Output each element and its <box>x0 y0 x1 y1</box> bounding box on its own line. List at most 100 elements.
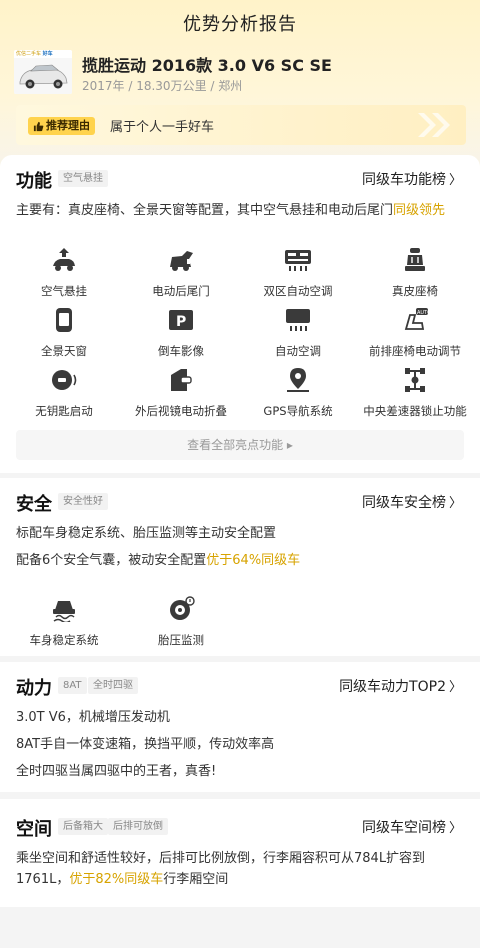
feature-label: 自动空调 <box>275 344 321 358</box>
chevron-right-icon: 〉 <box>448 821 462 836</box>
feature-label: 胎压监测 <box>158 633 204 647</box>
power-tag-awd: 全时四驱 <box>88 677 138 694</box>
safety-title: 安全 <box>16 494 52 515</box>
leather-seat-icon <box>405 248 425 271</box>
feature-dual-zone-ac[interactable]: 双区自动空调 <box>243 247 353 299</box>
recommend-reason-text: 属于个人一手好车 <box>110 120 215 135</box>
power-rank-link[interactable]: 同级车动力TOP2 〉 <box>339 676 462 696</box>
space-tag-folding-seats: 后排可放倒 <box>108 818 168 835</box>
safety-section: 安全 安全性好 同级车安全榜〉 标配车身稳定系统、胎压监测等主动安全配置 配备6… <box>0 478 480 656</box>
function-tag: 空气悬挂 <box>58 170 108 187</box>
safety-rank-label: 同级车安全榜 <box>361 495 446 511</box>
chevron-right-icon: 〉 <box>448 496 462 511</box>
power-rank-label: 同级车动力TOP2 <box>339 679 446 695</box>
safety-rank-link[interactable]: 同级车安全榜〉 <box>362 492 462 512</box>
function-desc-highlight: 同级领先 <box>393 203 446 218</box>
feature-label: GPS导航系统 <box>263 404 333 418</box>
safety-line-1: 标配车身稳定系统、胎压监测等主动安全配置 <box>16 526 277 541</box>
chevron-right-icon: 〉 <box>448 680 462 695</box>
svg-text:AUTO: AUTO <box>417 310 429 316</box>
svg-text:P: P <box>176 314 186 330</box>
space-line-2-highlight: 优于82%同级车 <box>69 872 164 887</box>
car-thumbnail[interactable]: 优信二手车 好车 <box>14 50 72 94</box>
feature-reverse-camera[interactable]: P 倒车影像 <box>126 307 236 359</box>
feature-power-seat[interactable]: AUTO 前排座椅电动调节 <box>360 307 470 359</box>
space-section: 空间 后备箱大 后排可放倒 同级车空间榜〉 乘坐空间和舒适性较好，后排可比例放倒… <box>0 799 480 907</box>
space-tag-trunk: 后备箱大 <box>58 818 108 835</box>
safety-tag: 安全性好 <box>58 493 108 510</box>
space-rank-label: 同级车空间榜 <box>361 820 446 836</box>
space-line-1: 乘坐空间和舒适性较好，后排可比例放倒，行李厢容积可从784L扩容到 <box>16 851 426 866</box>
feature-label: 空气悬挂 <box>41 284 87 298</box>
feature-mirror-fold[interactable]: 外后视镜电动折叠 <box>126 367 236 419</box>
thumb-brand-logo: 优信二手车 好车 <box>14 50 72 58</box>
recommend-reason-tag-label: 推荐理由 <box>46 119 90 132</box>
function-rank-link[interactable]: 同级车功能榜〉 <box>362 169 462 189</box>
function-rank-label: 同级车功能榜 <box>361 172 446 188</box>
see-all-label: 查看全部亮点功能 <box>187 438 284 452</box>
page-title: 优势分析报告 <box>183 14 297 35</box>
feature-keyless-start[interactable]: 无钥匙启动 <box>9 367 119 419</box>
power-line-3: 全时四驱当属四驱中的王者，真香! <box>16 764 217 779</box>
space-title: 空间 <box>16 819 52 840</box>
power-section: 动力 8AT 全时四驱 同级车动力TOP2 〉 3.0T V6，机械增压发动机 8… <box>0 662 480 792</box>
feature-label: 外后视镜电动折叠 <box>135 404 227 418</box>
feature-label: 倒车影像 <box>158 344 204 358</box>
mirror-fold-icon <box>171 369 192 391</box>
feature-power-tailgate[interactable]: 电动后尾门 <box>126 247 236 299</box>
function-section: 功能 空气悬挂 同级车功能榜〉 主要有：真皮座椅、全景天窗等配置，其中空气悬挂和… <box>0 155 480 473</box>
power-title: 动力 <box>16 678 52 699</box>
feature-gps-nav[interactable]: GPS导航系统 <box>243 367 353 419</box>
chevron-right-icon: 〉 <box>448 173 462 188</box>
function-title: 功能 <box>16 171 52 192</box>
recommend-reason-bar: 推荐理由 属于个人一手好车 <box>16 105 466 145</box>
feature-label: 全景天窗 <box>41 344 87 358</box>
feature-label: 双区自动空调 <box>263 284 333 298</box>
diff-lock-icon <box>405 368 425 392</box>
keyless-start-icon <box>52 370 77 390</box>
feature-panoramic-sunroof[interactable]: 全景天窗 <box>9 307 119 359</box>
feature-label: 中央差速器锁止功能 <box>363 404 467 418</box>
gps-nav-icon <box>287 368 309 392</box>
panoramic-sunroof-icon <box>56 308 72 332</box>
space-line-2-text: 1761L， <box>16 872 70 887</box>
function-desc-text: 主要有：真皮座椅、全景天窗等配置，其中空气悬挂和电动后尾门 <box>16 203 394 218</box>
power-seat-icon: AUTO <box>404 308 431 330</box>
power-line-2: 8AT手自一体变速箱，换挡平顺，传动效率高 <box>16 737 275 752</box>
feature-label: 前排座椅电动调节 <box>369 344 461 358</box>
feature-label: 无钥匙启动 <box>35 404 93 418</box>
auto-ac-icon <box>286 309 310 331</box>
safety-line-2: 配备6个安全气囊，被动安全配置优于64%同级车 <box>16 550 466 572</box>
feature-label: 真皮座椅 <box>392 284 438 298</box>
car-name: 揽胜运动 2016款 3.0 V6 SC SE <box>82 56 332 75</box>
air-suspension-icon <box>53 248 75 271</box>
power-tag-transmission: 8AT <box>58 677 87 694</box>
space-line-2-suffix: 行李厢空间 <box>163 872 229 887</box>
header-area: 优势分析报告 优信二手车 好车 揽胜运动 2016款 3.0 V6 SC SE … <box>0 0 480 175</box>
recommend-reason-tag: 推荐理由 <box>28 117 95 135</box>
dual-zone-ac-icon <box>285 250 311 271</box>
power-line-1: 3.0T V6，机械增压发动机 <box>16 710 170 725</box>
chevrons-decoration-icon <box>418 113 450 137</box>
space-line-2: 1761L，优于82%同级车行李厢空间 <box>16 869 466 891</box>
feature-diff-lock[interactable]: 中央差速器锁止功能 <box>360 367 470 419</box>
triangle-right-icon: ▸ <box>286 438 293 452</box>
thumbs-up-icon <box>33 121 44 131</box>
feature-auto-ac[interactable]: 自动空调 <box>243 307 353 359</box>
see-all-features-button[interactable]: 查看全部亮点功能 ▸ <box>16 430 464 460</box>
space-rank-link[interactable]: 同级车空间榜〉 <box>362 817 462 837</box>
feature-air-suspension[interactable]: 空气悬挂 <box>9 247 119 299</box>
feature-label: 车身稳定系统 <box>29 633 99 647</box>
feature-leather-seat[interactable]: 真皮座椅 <box>360 247 470 299</box>
reverse-camera-icon: P <box>169 310 193 330</box>
safety-line-2-text: 配备6个安全气囊，被动安全配置 <box>16 553 207 568</box>
power-tailgate-icon <box>170 251 193 271</box>
function-desc: 主要有：真皮座椅、全景天窗等配置，其中空气悬挂和电动后尾门同级领先 <box>16 200 466 222</box>
safety-line-2-highlight: 优于64%同级车 <box>206 553 301 568</box>
feature-stability-control[interactable]: 车身稳定系统 <box>9 596 119 648</box>
feature-label: 电动后尾门 <box>152 284 210 298</box>
car-meta: 2017年 / 18.30万公里 / 郑州 <box>82 79 243 93</box>
tire-pressure-icon <box>170 596 195 620</box>
stability-control-icon <box>53 601 75 624</box>
feature-tire-pressure[interactable]: 胎压监测 <box>126 596 236 648</box>
